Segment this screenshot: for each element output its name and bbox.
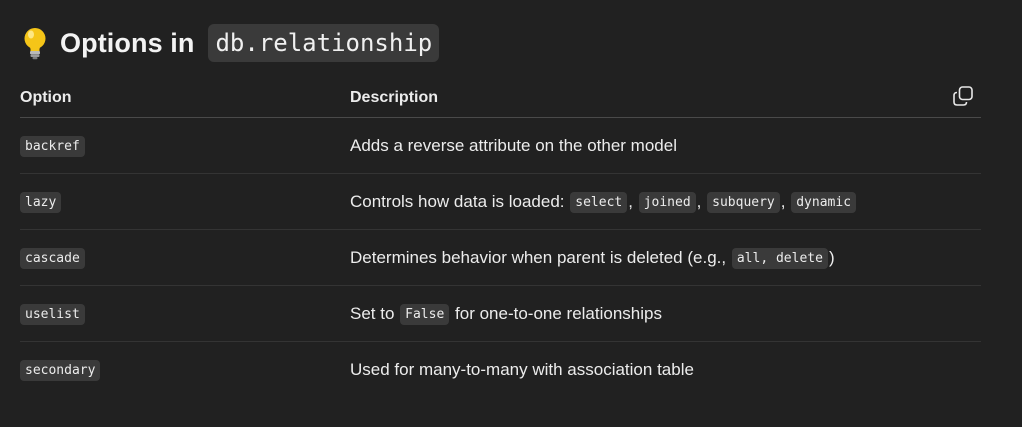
column-header-option: Option (20, 89, 72, 106)
table-row: uselist Set to False for one-to-one rela… (20, 286, 981, 342)
separator: , (780, 192, 786, 211)
options-table: Option Description backref Adds a revers… (20, 80, 981, 398)
option-cell: secondary (20, 342, 101, 398)
table-row: backref Adds a reverse attribute on the … (20, 118, 981, 174)
lightbulb-icon (24, 28, 46, 60)
option-code: lazy (20, 191, 62, 213)
column-header-description: Description (350, 89, 439, 106)
description-text: Controls how data is loaded: (350, 192, 565, 211)
option-code: secondary (20, 359, 101, 381)
separator: , (628, 192, 633, 211)
description-cell: Set to False for one-to-one relationship… (350, 286, 662, 342)
copy-icon[interactable] (952, 85, 974, 107)
inline-code: dynamic (791, 191, 857, 213)
table-row: secondary Used for many-to-many with ass… (20, 342, 981, 398)
inline-code: all, delete (731, 247, 828, 269)
option-cell: cascade (20, 230, 85, 286)
option-code: cascade (20, 247, 85, 269)
heading-code: db.relationship (208, 24, 440, 62)
inline-code: select (570, 191, 628, 213)
section-heading: Options in db.relationship (20, 22, 440, 64)
inline-code: subquery (707, 191, 780, 213)
description-cell: Adds a reverse attribute on the other mo… (350, 118, 677, 174)
inline-code: joined (638, 191, 696, 213)
option-cell: uselist (20, 286, 85, 342)
description-cell: Controls how data is loaded: select, joi… (350, 174, 857, 230)
option-cell: backref (20, 118, 85, 174)
description-suffix: ) (828, 248, 835, 267)
description-text: Set to (350, 304, 395, 323)
option-cell: lazy (20, 174, 62, 230)
description-cell: Used for many-to-many with association t… (350, 342, 694, 398)
description-text: Adds a reverse attribute on the other mo… (350, 136, 677, 155)
table-row: lazy Controls how data is loaded: select… (20, 174, 981, 230)
option-code: uselist (20, 303, 85, 325)
description-text: Used for many-to-many with association t… (350, 360, 694, 379)
description-text: Determines behavior when parent is delet… (350, 248, 727, 267)
description-cell: Determines behavior when parent is delet… (350, 230, 835, 286)
separator: , (696, 192, 702, 211)
description-suffix: for one-to-one relationships (455, 304, 662, 323)
option-code: backref (20, 135, 85, 157)
table-header: Option Description (20, 80, 981, 118)
inline-code: False (400, 303, 450, 325)
page: Options in db.relationship Option Descri… (0, 0, 1022, 427)
table-row: cascade Determines behavior when parent … (20, 230, 981, 286)
heading-title: Options in (60, 27, 195, 58)
